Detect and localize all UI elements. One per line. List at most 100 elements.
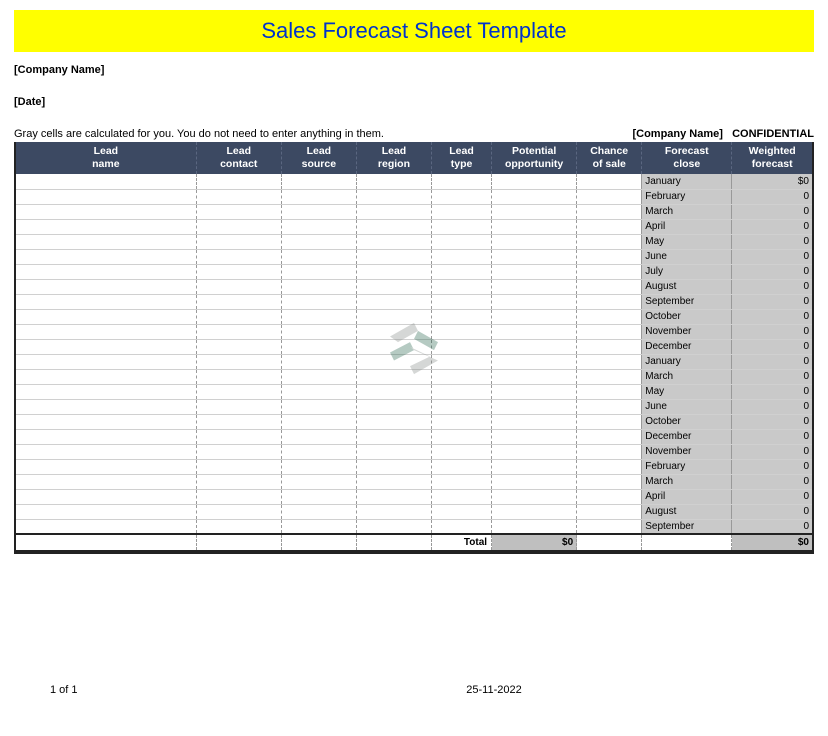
forecast-close-cell[interactable]: March xyxy=(642,369,732,384)
cell[interactable] xyxy=(16,189,196,204)
cell[interactable] xyxy=(492,324,577,339)
cell[interactable] xyxy=(16,504,196,519)
forecast-close-cell[interactable]: May xyxy=(642,234,732,249)
cell[interactable] xyxy=(281,189,356,204)
cell[interactable] xyxy=(281,399,356,414)
cell[interactable] xyxy=(432,294,492,309)
cell[interactable] xyxy=(281,204,356,219)
cell[interactable] xyxy=(281,264,356,279)
cell[interactable] xyxy=(577,429,642,444)
cell[interactable] xyxy=(196,204,281,219)
cell[interactable] xyxy=(196,264,281,279)
cell[interactable] xyxy=(16,459,196,474)
cell[interactable] xyxy=(356,444,431,459)
forecast-close-cell[interactable]: August xyxy=(642,504,732,519)
cell[interactable] xyxy=(16,339,196,354)
cell[interactable] xyxy=(196,234,281,249)
cell[interactable] xyxy=(356,324,431,339)
cell[interactable] xyxy=(577,189,642,204)
cell[interactable] xyxy=(432,264,492,279)
forecast-close-cell[interactable]: November xyxy=(642,444,732,459)
cell[interactable] xyxy=(281,339,356,354)
cell[interactable] xyxy=(196,189,281,204)
cell[interactable] xyxy=(196,339,281,354)
cell[interactable] xyxy=(356,459,431,474)
cell[interactable] xyxy=(281,414,356,429)
forecast-close-cell[interactable]: April xyxy=(642,219,732,234)
cell[interactable] xyxy=(492,174,577,189)
cell[interactable] xyxy=(16,219,196,234)
cell[interactable] xyxy=(196,489,281,504)
forecast-close-cell[interactable]: December xyxy=(642,429,732,444)
forecast-close-cell[interactable]: January xyxy=(642,354,732,369)
cell[interactable] xyxy=(16,414,196,429)
cell[interactable] xyxy=(432,519,492,534)
cell[interactable] xyxy=(16,399,196,414)
cell[interactable] xyxy=(577,279,642,294)
cell[interactable] xyxy=(281,474,356,489)
forecast-close-cell[interactable]: December xyxy=(642,339,732,354)
forecast-close-cell[interactable]: September xyxy=(642,294,732,309)
cell[interactable] xyxy=(432,174,492,189)
cell[interactable] xyxy=(432,204,492,219)
cell[interactable] xyxy=(577,309,642,324)
cell[interactable] xyxy=(16,489,196,504)
cell[interactable] xyxy=(16,324,196,339)
cell[interactable] xyxy=(356,339,431,354)
cell[interactable] xyxy=(492,279,577,294)
cell[interactable] xyxy=(356,234,431,249)
cell[interactable] xyxy=(16,444,196,459)
cell[interactable] xyxy=(432,459,492,474)
forecast-close-cell[interactable]: October xyxy=(642,414,732,429)
cell[interactable] xyxy=(577,204,642,219)
cell[interactable] xyxy=(432,279,492,294)
cell[interactable] xyxy=(356,219,431,234)
cell[interactable] xyxy=(492,354,577,369)
cell[interactable] xyxy=(492,234,577,249)
cell[interactable] xyxy=(432,399,492,414)
cell[interactable] xyxy=(356,279,431,294)
cell[interactable] xyxy=(577,444,642,459)
cell[interactable] xyxy=(16,429,196,444)
cell[interactable] xyxy=(432,234,492,249)
cell[interactable] xyxy=(356,309,431,324)
cell[interactable] xyxy=(577,174,642,189)
cell[interactable] xyxy=(356,384,431,399)
cell[interactable] xyxy=(16,474,196,489)
cell[interactable] xyxy=(432,489,492,504)
cell[interactable] xyxy=(16,294,196,309)
cell[interactable] xyxy=(281,504,356,519)
forecast-close-cell[interactable]: February xyxy=(642,189,732,204)
cell[interactable] xyxy=(281,294,356,309)
cell[interactable] xyxy=(281,489,356,504)
cell[interactable] xyxy=(16,354,196,369)
cell[interactable] xyxy=(356,414,431,429)
cell[interactable] xyxy=(577,354,642,369)
cell[interactable] xyxy=(196,519,281,534)
cell[interactable] xyxy=(492,219,577,234)
cell[interactable] xyxy=(281,249,356,264)
cell[interactable] xyxy=(492,384,577,399)
forecast-close-cell[interactable]: October xyxy=(642,309,732,324)
cell[interactable] xyxy=(432,429,492,444)
cell[interactable] xyxy=(196,429,281,444)
cell[interactable] xyxy=(432,384,492,399)
cell[interactable] xyxy=(356,189,431,204)
forecast-close-cell[interactable]: May xyxy=(642,384,732,399)
cell[interactable] xyxy=(356,399,431,414)
cell[interactable] xyxy=(356,249,431,264)
cell[interactable] xyxy=(281,519,356,534)
cell[interactable] xyxy=(356,429,431,444)
cell[interactable] xyxy=(281,234,356,249)
cell[interactable] xyxy=(356,294,431,309)
cell[interactable] xyxy=(432,504,492,519)
cell[interactable] xyxy=(356,264,431,279)
cell[interactable] xyxy=(196,354,281,369)
cell[interactable] xyxy=(492,504,577,519)
cell[interactable] xyxy=(281,174,356,189)
cell[interactable] xyxy=(356,519,431,534)
cell[interactable] xyxy=(16,174,196,189)
forecast-close-cell[interactable]: September xyxy=(642,519,732,534)
cell[interactable] xyxy=(16,204,196,219)
cell[interactable] xyxy=(577,504,642,519)
